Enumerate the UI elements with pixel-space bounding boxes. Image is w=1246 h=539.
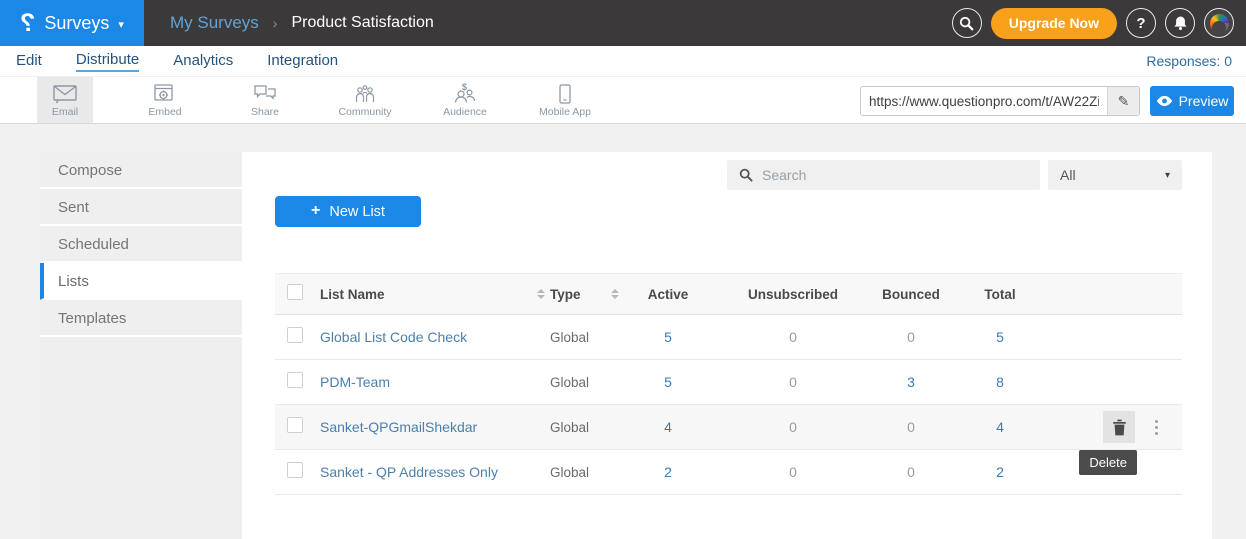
- breadcrumb-current-survey: Product Satisfaction: [291, 14, 433, 32]
- share-bubbles-icon: [253, 82, 277, 104]
- row-checkbox[interactable]: [287, 417, 303, 433]
- responses-count[interactable]: Responses: 0: [1146, 53, 1232, 69]
- row-checkbox[interactable]: [287, 462, 303, 478]
- channel-community[interactable]: Community: [315, 77, 415, 123]
- avatar[interactable]: [1204, 8, 1234, 38]
- product-name: Surveys: [44, 13, 109, 34]
- product-switcher[interactable]: ? Surveys ▾: [0, 0, 144, 46]
- new-list-button[interactable]: + New List: [275, 196, 421, 227]
- plus-icon: +: [311, 202, 320, 220]
- sort-type-icon[interactable]: [611, 289, 624, 299]
- chevron-down-icon: ▾: [118, 18, 124, 31]
- table-header-row: List Name Type Active Unsubscribed Bounc…: [275, 273, 1182, 315]
- row-checkbox[interactable]: [287, 327, 303, 343]
- breadcrumb-separator-icon: ›: [273, 15, 278, 31]
- table-row: Sanket - QP Addresses Only Global 2 0 0 …: [275, 450, 1182, 495]
- col-unsubscribed: Unsubscribed: [712, 287, 874, 302]
- envelope-icon: [53, 82, 77, 104]
- survey-url-input[interactable]: [861, 87, 1107, 115]
- survey-nav: Edit Distribute Analytics Integration Re…: [0, 46, 1246, 76]
- row-actions: [1052, 411, 1182, 443]
- list-search: [727, 160, 1040, 190]
- top-header-bar: ? Surveys ▾ My Surveys › Product Satisfa…: [0, 0, 1246, 46]
- embed-browser-icon: [154, 82, 176, 104]
- channel-email[interactable]: Email: [15, 77, 115, 123]
- sidebar-item-compose[interactable]: Compose: [40, 152, 242, 189]
- upgrade-now-button[interactable]: Upgrade Now: [991, 8, 1117, 39]
- sidebar-item-scheduled[interactable]: Scheduled: [40, 226, 242, 263]
- edit-url-pencil-icon[interactable]: ✎: [1107, 87, 1139, 115]
- channel-audience[interactable]: $ Audience: [415, 77, 515, 123]
- col-type: Type: [550, 287, 611, 302]
- select-all-checkbox[interactable]: [287, 284, 303, 300]
- header-actions: Upgrade Now ?: [952, 0, 1234, 46]
- sidebar-item-lists[interactable]: Lists: [40, 263, 242, 300]
- survey-url-field: ✎: [860, 86, 1140, 116]
- channel-mobile-app[interactable]: Mobile App: [515, 77, 615, 123]
- lists-panel: Compose Sent Scheduled Lists Templates A…: [40, 152, 1212, 539]
- trash-icon: [1112, 419, 1127, 436]
- audience-dollar-icon: $: [453, 82, 477, 104]
- table-row: Global List Code Check Global 5 0 0 5: [275, 315, 1182, 360]
- search-icon[interactable]: [952, 8, 982, 38]
- tab-edit[interactable]: Edit: [16, 52, 42, 71]
- tab-analytics[interactable]: Analytics: [173, 52, 233, 71]
- list-name-link[interactable]: Sanket-QPGmailShekdar: [320, 419, 537, 435]
- avatar-rainbow-icon: [1210, 14, 1229, 33]
- sidebar-item-templates[interactable]: Templates: [40, 300, 242, 337]
- distribute-toolbar: Email Embed Share: [0, 76, 1246, 124]
- mobile-phone-icon: [559, 82, 571, 104]
- row-checkbox[interactable]: [287, 372, 303, 388]
- chevron-down-icon: ▾: [1165, 170, 1170, 181]
- help-icon[interactable]: ?: [1126, 8, 1156, 38]
- breadcrumb: My Surveys › Product Satisfaction: [170, 13, 434, 33]
- list-name-link[interactable]: Global List Code Check: [320, 329, 537, 345]
- sidebar-item-sent[interactable]: Sent: [40, 189, 242, 226]
- svg-text:$: $: [462, 83, 467, 92]
- search-icon: [739, 168, 753, 182]
- breadcrumb-my-surveys[interactable]: My Surveys: [170, 13, 259, 33]
- search-input[interactable]: [762, 167, 1040, 183]
- app: ? Surveys ▾ My Surveys › Product Satisfa…: [0, 0, 1246, 539]
- community-people-icon: [353, 82, 377, 104]
- email-sidebar: Compose Sent Scheduled Lists Templates: [40, 152, 242, 539]
- bell-icon[interactable]: [1165, 8, 1195, 38]
- table-row-hovered: Sanket-QPGmailShekdar Global 4 0 0 4 Del…: [275, 405, 1182, 450]
- channel-share[interactable]: Share: [215, 77, 315, 123]
- col-total: Total: [948, 287, 1052, 302]
- col-bounced: Bounced: [874, 287, 948, 302]
- eye-icon: [1156, 95, 1173, 107]
- col-active: Active: [624, 287, 712, 302]
- channel-embed[interactable]: Embed: [115, 77, 215, 123]
- list-name-link[interactable]: PDM-Team: [320, 374, 537, 390]
- delete-tooltip: Delete: [1079, 450, 1137, 475]
- questionpro-logo-icon: ?: [20, 11, 35, 36]
- tab-integration[interactable]: Integration: [267, 52, 338, 71]
- delete-list-button[interactable]: [1103, 411, 1135, 443]
- list-name-link[interactable]: Sanket - QP Addresses Only: [320, 464, 537, 480]
- tab-distribute[interactable]: Distribute: [76, 51, 139, 72]
- row-menu-kebab-icon[interactable]: [1151, 416, 1162, 439]
- lists-content: All ▾ + New List List Name Type Active U…: [242, 152, 1212, 539]
- list-filter-dropdown[interactable]: All ▾: [1048, 160, 1182, 190]
- lists-table: List Name Type Active Unsubscribed Bounc…: [275, 273, 1182, 495]
- table-row: PDM-Team Global 5 0 3 8: [275, 360, 1182, 405]
- sort-list-name-icon[interactable]: [537, 289, 550, 299]
- col-list-name: List Name: [320, 287, 537, 302]
- preview-button[interactable]: Preview: [1150, 86, 1234, 116]
